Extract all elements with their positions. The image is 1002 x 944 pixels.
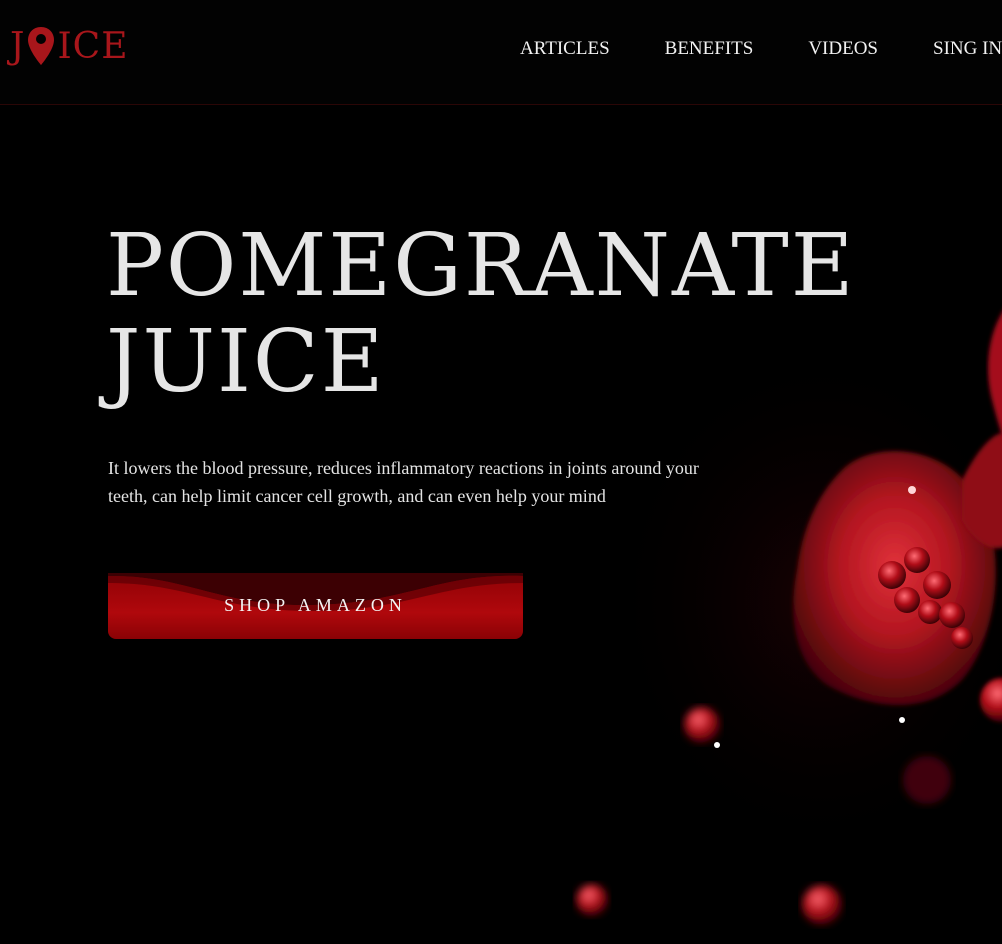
hero-description: It lowers the blood pressure, reduces in…	[108, 458, 699, 506]
logo-letter-j: J	[10, 25, 26, 67]
logo[interactable]: J ICE	[10, 24, 128, 68]
shop-amazon-label: SHOP AMAZON	[224, 595, 407, 615]
hero-title-line-2: JUICE	[106, 312, 386, 412]
site-header: J ICE ARTICLES BENEFITS VIDEOS SING IN	[0, 0, 1002, 105]
nav-videos[interactable]: VIDEOS	[808, 38, 878, 60]
hero-title: POMEGRANATE JUICE	[106, 218, 856, 410]
nav-benefits[interactable]: BENEFITS	[665, 38, 754, 60]
map-pin-icon	[28, 27, 55, 65]
main-nav: ARTICLES BENEFITS VIDEOS SING IN	[520, 38, 1002, 60]
hero-title-line-1: POMEGRANATE	[106, 216, 856, 316]
logo-letters-ice: ICE	[57, 25, 129, 67]
nav-sign-in[interactable]: SING IN	[933, 38, 1002, 60]
shop-amazon-button[interactable]: SHOP AMAZON	[108, 573, 523, 639]
nav-articles[interactable]: ARTICLES	[520, 38, 610, 60]
